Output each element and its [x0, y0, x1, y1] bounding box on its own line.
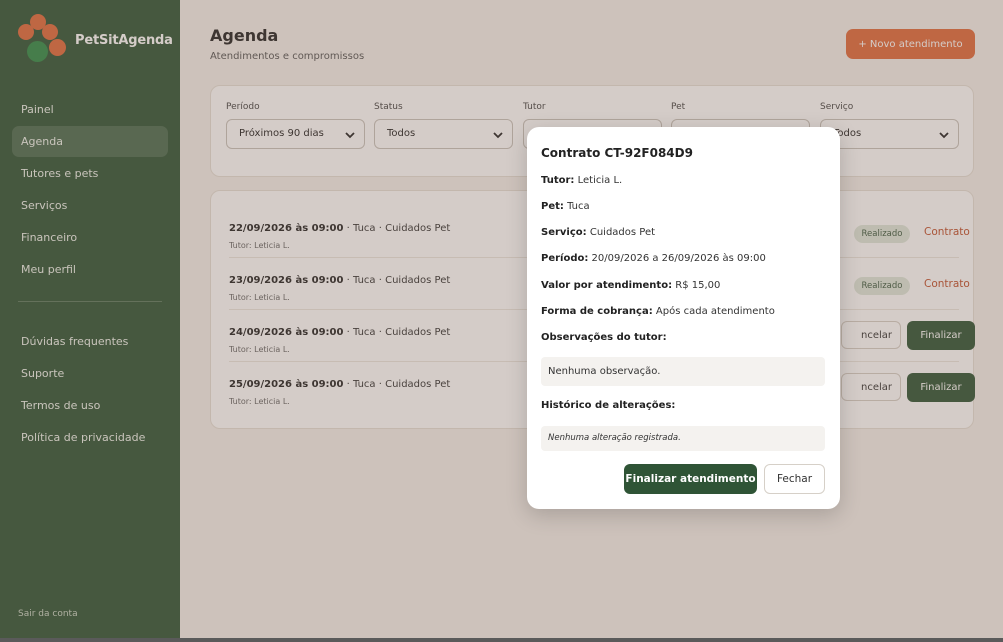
field-periodo: Período: 20/09/2026 a 26/09/2026 às 09:0…: [541, 253, 766, 264]
field-label: Período:: [541, 253, 589, 264]
field-valor: Valor por atendimento: R$ 15,00: [541, 280, 720, 291]
field-pet: Pet: Tuca: [541, 201, 590, 212]
field-value: Leticia L.: [574, 175, 623, 186]
field-servico: Serviço: Cuidados Pet: [541, 227, 655, 238]
field-value: Cuidados Pet: [586, 227, 656, 238]
field-label: Serviço:: [541, 227, 587, 238]
field-label: Forma de cobrança:: [541, 306, 653, 317]
field-value: 20/09/2026 a 26/09/2026 às 09:00: [588, 253, 766, 264]
field-value: R$ 15,00: [672, 280, 721, 291]
history-heading: Histórico de alterações:: [541, 400, 675, 411]
modal-backdrop[interactable]: [0, 0, 1003, 642]
modal-title: Contrato CT-92F084D9: [541, 146, 693, 160]
field-value: Tuca: [563, 201, 590, 212]
finalize-appointment-button[interactable]: Finalizar atendimento: [624, 464, 757, 494]
notes-heading: Observações do tutor:: [541, 332, 667, 343]
notes-box: Nenhuma observação.: [541, 357, 825, 386]
history-label: Histórico de alterações:: [541, 400, 676, 411]
history-box: Nenhuma alteração registrada.: [541, 426, 825, 451]
contract-modal: Contrato CT-92F084D9 Tutor: Leticia L. P…: [527, 127, 840, 509]
field-tutor: Tutor: Leticia L.: [541, 175, 622, 186]
close-button[interactable]: Fechar: [764, 464, 825, 494]
field-label: Tutor:: [541, 175, 575, 186]
field-cobranca: Forma de cobrança: Após cada atendimento: [541, 306, 775, 317]
field-value: Após cada atendimento: [652, 306, 775, 317]
field-label: Pet:: [541, 201, 564, 212]
field-label: Valor por atendimento:: [541, 280, 673, 291]
taskbar-strip: [0, 638, 1003, 642]
notes-label: Observações do tutor:: [541, 332, 667, 343]
